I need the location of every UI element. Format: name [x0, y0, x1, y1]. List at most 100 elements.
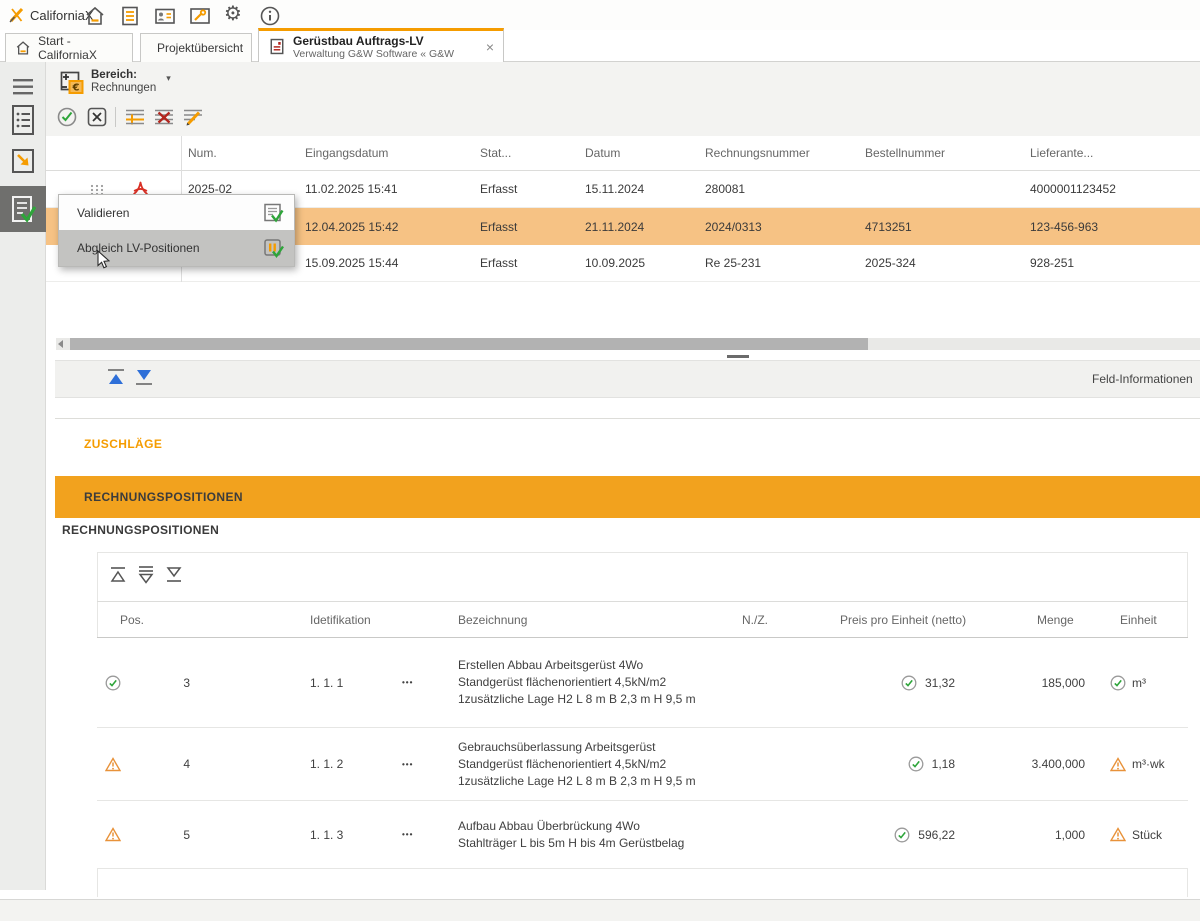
cancel-x-box-icon[interactable]	[86, 106, 108, 128]
cell-pos: 3	[130, 638, 190, 727]
cell-menge: 185,000	[985, 638, 1085, 727]
cell-menge: 3.400,000	[985, 728, 1085, 800]
cell-lieferant: 928-251	[1030, 245, 1200, 281]
cell-identifikation: 1. 1. 2	[310, 728, 343, 800]
col-status[interactable]: Stat...	[480, 136, 580, 170]
col-identifikation[interactable]: Idetifikation	[310, 602, 371, 637]
collapse-to-top-icon[interactable]	[107, 564, 129, 586]
cell-pos: 4	[130, 728, 190, 800]
confirm-circle-check-icon[interactable]	[56, 106, 78, 128]
expand-to-bottom-icon[interactable]	[163, 564, 185, 586]
col-pos[interactable]: Pos.	[120, 602, 144, 637]
warning-triangle-icon	[105, 827, 121, 842]
edit-row-icon[interactable]	[182, 106, 204, 128]
sidebar-validate-documents-icon[interactable]	[10, 194, 36, 224]
status-warning-icon-cell	[105, 801, 121, 868]
ok-circle-check-icon	[1110, 675, 1126, 691]
tab-label: Start - CaliforniaX	[38, 34, 123, 62]
cell-bestellnummer: 4713251	[865, 208, 1025, 245]
bereich-dropdown[interactable]: € Bereich: Rechnungen ▾	[58, 67, 171, 97]
cell-status: Erfasst	[480, 171, 580, 207]
tab-start[interactable]: Start - CaliforniaX	[5, 33, 133, 62]
warning-triangle-icon	[1110, 757, 1126, 772]
cell-datum: 15.11.2024	[585, 171, 700, 207]
ok-circle-check-icon	[901, 675, 917, 691]
app-logo-icon	[8, 6, 26, 24]
cell-status: Erfasst	[480, 245, 580, 281]
position-row[interactable]: 4 1. 1. 2 ••• Gebrauchsüberlassung Arbei…	[97, 728, 1188, 801]
toolbar-separator	[115, 107, 116, 127]
cell-rechnungsnummer: Re 25-231	[705, 245, 860, 281]
add-row-icon[interactable]	[124, 106, 146, 128]
col-einheit[interactable]: Einheit	[1120, 602, 1157, 637]
col-num[interactable]: Num.	[188, 136, 300, 170]
horizontal-scrollbar[interactable]	[56, 338, 1200, 350]
col-datum[interactable]: Datum	[585, 136, 700, 170]
scroll-to-top-icon[interactable]	[105, 366, 127, 388]
menu-item-abgleich-lv-positionen[interactable]: Abgleich LV-Positionen	[59, 230, 294, 266]
cell-eingangsdatum: 11.02.2025 15:41	[305, 171, 475, 207]
info-icon[interactable]	[259, 5, 281, 27]
field-info-label[interactable]: Feld-Informationen	[1092, 372, 1193, 386]
col-nz[interactable]: N./Z.	[742, 602, 768, 637]
tab-close-icon[interactable]: ×	[486, 40, 494, 54]
col-eingangsdatum[interactable]: Eingangsdatum	[305, 136, 475, 170]
sidebar-import-icon[interactable]	[10, 146, 36, 176]
cell-lieferant: 123-456-963	[1030, 208, 1200, 245]
cell-eingangsdatum: 15.09.2025 15:44	[305, 245, 475, 281]
top-app-bar: CaliforniaX ⚙	[0, 0, 1200, 30]
menu-item-validieren[interactable]: Validieren	[59, 195, 294, 230]
validate-document-icon	[262, 202, 284, 224]
warning-triangle-icon	[105, 757, 121, 772]
more-options-button[interactable]: •••	[402, 801, 432, 868]
bereich-value: Rechnungen	[91, 82, 156, 95]
positions-panel-title: RECHNUNGSPOSITIONEN	[62, 523, 219, 537]
col-lieferant[interactable]: Lieferante...	[1030, 136, 1200, 170]
more-options-button[interactable]: •••	[402, 638, 432, 727]
menu-hamburger-icon[interactable]	[12, 78, 34, 96]
col-bezeichnung[interactable]: Bezeichnung	[458, 602, 527, 637]
contacts-icon[interactable]	[154, 5, 176, 27]
ok-circle-check-icon	[908, 756, 924, 772]
collapse-all-icon[interactable]	[135, 564, 157, 586]
cell-bestellnummer: 2025-324	[865, 245, 1025, 281]
status-warning-icon-cell	[105, 728, 121, 800]
settings-icon[interactable]: ⚙	[224, 3, 242, 25]
compare-lv-positions-icon	[262, 237, 284, 259]
invoice-table-header: Num. Eingangsdatum Stat... Datum Rechnun…	[46, 136, 1200, 171]
cell-rechnungsnummer: 280081	[705, 171, 860, 207]
scroll-to-bottom-icon[interactable]	[133, 366, 155, 388]
cell-lieferant: 4000001123452	[1030, 171, 1200, 207]
projects-icon[interactable]	[119, 5, 141, 27]
delete-row-icon[interactable]	[153, 106, 175, 128]
tab-geruestbau-auftrags-lv[interactable]: Gerüstbau Auftrags-LV Verwaltung G&W Sof…	[258, 28, 504, 62]
tools-icon[interactable]	[189, 5, 211, 27]
menu-item-label: Abgleich LV-Positionen	[77, 241, 200, 255]
scroll-left-arrow-icon[interactable]	[58, 340, 63, 348]
col-preis-pro-einheit[interactable]: Preis pro Einheit (netto)	[840, 602, 966, 637]
cell-bezeichnung: Aufbau Abbau Überbrückung 4Wo Stahlträge…	[458, 801, 838, 868]
section-rechnungspositionen-bar[interactable]: RECHNUNGSPOSITIONEN	[55, 476, 1200, 518]
tab-subtitle: Verwaltung G&W Software « G&W	[293, 48, 454, 60]
position-row[interactable]: 3 1. 1. 1 ••• Erstellen Abbau Arbeitsger…	[97, 638, 1188, 728]
context-menu: Validieren Abgleich LV-Positionen	[58, 194, 295, 267]
scrollbar-thumb[interactable]	[70, 338, 868, 350]
app-window: CaliforniaX ⚙	[0, 0, 1200, 921]
bereich-label: Bereich:	[91, 69, 156, 82]
pane-splitter-handle[interactable]	[727, 355, 749, 358]
home-icon	[15, 39, 31, 57]
cell-einheit: Stück	[1110, 801, 1162, 868]
chevron-down-icon: ▾	[166, 73, 171, 84]
svg-text:€: €	[72, 83, 80, 94]
section-zuschlaege[interactable]: ZUSCHLÄGE	[55, 419, 1200, 468]
col-rechnungsnummer[interactable]: Rechnungsnummer	[705, 136, 860, 170]
sidebar-document-list-icon[interactable]	[10, 104, 36, 136]
cell-datum: 21.11.2024	[585, 208, 700, 245]
col-bestellnummer[interactable]: Bestellnummer	[865, 136, 1025, 170]
section-rechnungspositionen-label: RECHNUNGSPOSITIONEN	[84, 490, 243, 504]
position-row[interactable]: 5 1. 1. 3 ••• Aufbau Abbau Überbrückung …	[97, 801, 1188, 869]
more-options-button[interactable]: •••	[402, 728, 432, 800]
tab-projektuebersicht[interactable]: Projektübersicht	[140, 33, 252, 62]
home-icon[interactable]	[84, 5, 106, 27]
col-menge[interactable]: Menge	[1037, 602, 1074, 637]
